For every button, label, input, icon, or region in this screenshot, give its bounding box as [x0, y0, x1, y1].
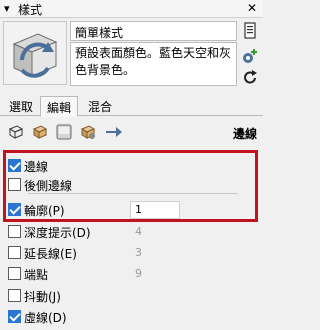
endpoints-checkbox[interactable] [8, 267, 21, 280]
back-edges-label: 後側邊線 [24, 179, 73, 193]
section-title: 邊線 [232, 127, 257, 141]
profiles-checkbox[interactable] [8, 203, 21, 216]
option-endpoints[interactable]: 端點 9 [8, 265, 248, 283]
face-settings-icon[interactable] [32, 124, 48, 140]
style-tabs: 選取 編輯 混合 [0, 96, 263, 117]
watermark-settings-icon[interactable] [80, 124, 96, 140]
dashes-label: 虛線(D) [24, 311, 67, 325]
extension-value-field[interactable]: 3 [130, 244, 180, 262]
extension-checkbox[interactable] [8, 246, 21, 259]
style-description-field[interactable]: 預設表面顏色。藍色天空和灰色背景色。 [70, 42, 237, 86]
edges-checkbox[interactable] [8, 159, 21, 172]
jitter-label: 抖動(J) [24, 290, 61, 304]
option-extension[interactable]: 延長線(E) 3 [8, 244, 248, 262]
edges-label: 邊線 [24, 160, 49, 174]
depth-cue-checkbox[interactable] [8, 225, 21, 238]
option-profiles[interactable]: 輪廓(P) 1 [8, 201, 248, 219]
dashes-checkbox[interactable] [8, 310, 21, 323]
endpoints-value-field[interactable]: 9 [130, 265, 180, 283]
panel-title: 樣式 [18, 3, 43, 17]
profiles-value-field[interactable]: 1 [130, 201, 180, 219]
profiles-label: 輪廓(P) [24, 204, 65, 218]
jitter-checkbox[interactable] [8, 289, 21, 302]
background-settings-icon[interactable] [56, 124, 72, 140]
tab-mix[interactable]: 混合 [82, 96, 118, 116]
panel-title-bar[interactable]: ▾ 樣式 ✕ [0, 0, 263, 18]
endpoints-label: 端點 [24, 268, 49, 282]
create-style-icon[interactable] [240, 46, 260, 66]
close-icon[interactable]: ✕ [247, 1, 257, 15]
modeling-settings-icon[interactable] [104, 124, 124, 140]
option-back-edges[interactable]: 後側邊線 [8, 176, 248, 194]
style-thumbnail-icon[interactable] [3, 21, 67, 85]
update-style-icon[interactable] [240, 21, 260, 41]
edit-subtoolbar: 邊線 [0, 117, 263, 147]
option-depth-cue[interactable]: 深度提示(D) 4 [8, 223, 248, 241]
depth-cue-value-field[interactable]: 4 [130, 223, 180, 241]
option-edges[interactable]: 邊線 [8, 157, 248, 175]
option-dashes[interactable]: 虛線(D) [8, 308, 248, 326]
tab-edit[interactable]: 編輯 [40, 96, 79, 117]
style-name-field[interactable]: 簡單樣式 [70, 21, 237, 41]
extension-label: 延長線(E) [24, 247, 77, 261]
back-edges-checkbox[interactable] [8, 178, 21, 191]
depth-cue-label: 深度提示(D) [24, 226, 91, 240]
tab-select[interactable]: 選取 [3, 96, 39, 116]
refresh-icon[interactable] [240, 68, 260, 88]
option-jitter[interactable]: 抖動(J) [8, 287, 248, 305]
collapse-icon[interactable]: ▾ [4, 2, 10, 15]
edge-settings-icon[interactable] [8, 124, 24, 140]
